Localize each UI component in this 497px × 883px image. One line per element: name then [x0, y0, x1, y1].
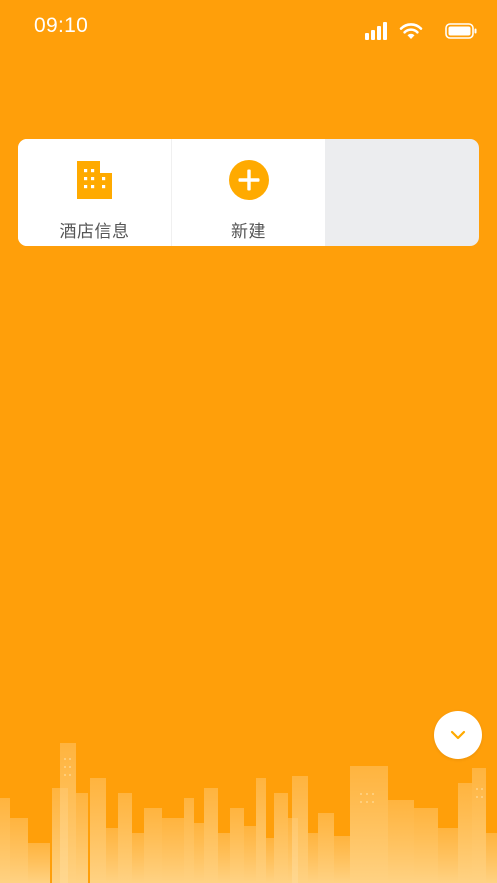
signal-icon	[365, 22, 387, 40]
menu-card: 酒店信息 新建	[18, 139, 479, 246]
menu-item-hotel-info[interactable]: 酒店信息	[18, 139, 171, 246]
menu-label-hotel-info: 酒店信息	[59, 222, 130, 242]
add-circle-icon	[228, 160, 269, 200]
building-icon	[76, 161, 112, 199]
menu-item-new[interactable]: 新建	[172, 139, 325, 246]
status-bar: 09:10	[0, 0, 497, 52]
status-time: 09:10	[34, 14, 89, 37]
battery-icon	[445, 23, 477, 39]
city-skyline-illustration	[0, 743, 497, 883]
menu-label-new: 新建	[231, 222, 266, 242]
wifi-icon	[399, 23, 423, 39]
